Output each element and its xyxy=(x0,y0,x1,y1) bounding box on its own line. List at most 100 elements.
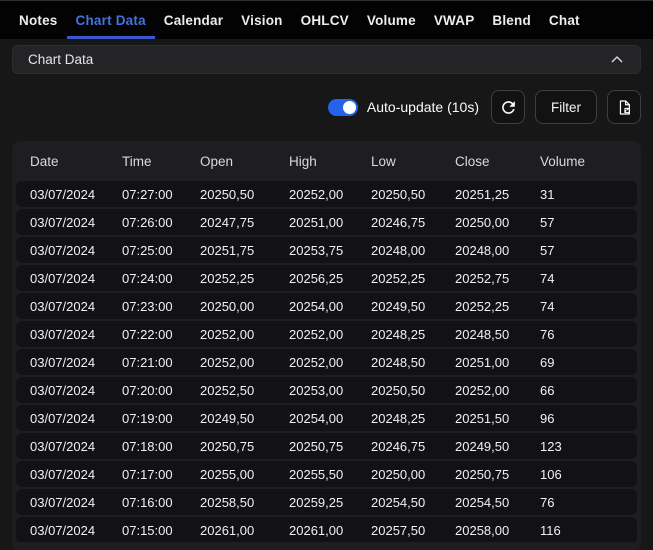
table-cell-close: 20258,00 xyxy=(455,522,510,538)
chevron-up-icon[interactable] xyxy=(609,52,625,68)
table-cell-low: 20246,75 xyxy=(371,214,426,230)
tab-calendar[interactable]: Calendar xyxy=(155,1,232,39)
table-cell-time: 07:16:00 xyxy=(122,494,173,510)
table-cell-low: 20252,25 xyxy=(371,270,426,286)
table-cell-high: 20253,75 xyxy=(289,242,344,258)
column-header-date: Date xyxy=(30,153,59,169)
table-cell-volume: 74 xyxy=(540,270,555,286)
table-row: 03/07/2024 07:20:00 20252,50 20253,00 20250,… xyxy=(16,377,637,403)
table-row: 03/07/2024 07:15:00 20261,00 20261,00 20257,… xyxy=(16,517,637,542)
table-cell-low: 20246,75 xyxy=(371,438,426,454)
table-cell-high: 20259,25 xyxy=(289,494,344,510)
export-button[interactable] xyxy=(607,90,641,124)
table-cell-volume: 76 xyxy=(540,326,555,342)
table-cell-time: 07:23:00 xyxy=(122,298,173,314)
table-cell-high: 20250,75 xyxy=(289,438,344,454)
refresh-icon xyxy=(499,98,518,117)
table-cell-time: 07:26:00 xyxy=(122,214,173,230)
tab-chat[interactable]: Chat xyxy=(540,1,589,39)
table-cell-low: 20250,50 xyxy=(371,382,426,398)
table-cell-date: 03/07/2024 xyxy=(30,186,96,202)
tab-vision[interactable]: Vision xyxy=(232,1,291,39)
table-cell-high: 20251,00 xyxy=(289,214,344,230)
table-cell-date: 03/07/2024 xyxy=(30,522,96,538)
table-cell-open: 20258,50 xyxy=(200,494,255,510)
table-cell-high: 20261,00 xyxy=(289,522,344,538)
table-cell-close: 20250,00 xyxy=(455,214,510,230)
column-header-time: Time xyxy=(122,153,152,169)
tab-blend[interactable]: Blend xyxy=(483,1,540,39)
table-cell-time: 07:25:00 xyxy=(122,242,173,258)
table-cell-date: 03/07/2024 xyxy=(30,298,96,314)
chart-data-table: Date Time Open High Low Close Volume 03/07/202… xyxy=(12,141,641,550)
column-header-volume: Volume xyxy=(540,153,586,169)
table-cell-low: 20257,50 xyxy=(371,522,426,538)
tab-volume[interactable]: Volume xyxy=(358,1,425,39)
table-cell-close: 20254,50 xyxy=(455,494,510,510)
tab-chart-data[interactable]: Chart Data xyxy=(66,1,155,39)
table-cell-time: 07:27:00 xyxy=(122,186,173,202)
table-cell-volume: 57 xyxy=(540,242,555,258)
refresh-button[interactable] xyxy=(491,90,525,124)
table-cell-volume: 123 xyxy=(540,438,562,454)
table-cell-open: 20252,25 xyxy=(200,270,255,286)
table-row: 03/07/2024 07:23:00 20250,00 20254,00 20249,… xyxy=(16,293,637,319)
table-cell-open: 20249,50 xyxy=(200,410,255,426)
table-header-row: Date Time Open High Low Close Volume xyxy=(16,141,637,181)
table-cell-low: 20250,00 xyxy=(371,466,426,482)
table-cell-time: 07:15:00 xyxy=(122,522,173,538)
column-header-open: Open xyxy=(200,153,234,169)
table-cell-date: 03/07/2024 xyxy=(30,242,96,258)
table-row: 03/07/2024 07:25:00 20251,75 20253,75 20248,… xyxy=(16,237,637,263)
table-cell-time: 07:22:00 xyxy=(122,326,173,342)
top-nav: Notes Chart Data Calendar Vision OHLCV Volume… xyxy=(0,0,653,39)
table-cell-close: 20251,00 xyxy=(455,354,510,370)
table-cell-date: 03/07/2024 xyxy=(30,354,96,370)
table-cell-volume: 74 xyxy=(540,298,555,314)
table-cell-high: 20253,00 xyxy=(289,382,344,398)
table-row: 03/07/2024 07:22:00 20252,00 20252,00 20248,… xyxy=(16,321,637,347)
table-cell-low: 20248,25 xyxy=(371,410,426,426)
auto-update-label: Auto-update (10s) xyxy=(366,99,479,115)
table-row: 03/07/2024 07:21:00 20252,00 20252,00 20248,… xyxy=(16,349,637,375)
table-cell-close: 20252,75 xyxy=(455,270,510,286)
table-cell-volume: 66 xyxy=(540,382,555,398)
table-cell-close: 20252,00 xyxy=(455,382,510,398)
table-cell-date: 03/07/2024 xyxy=(30,494,96,510)
column-header-low: Low xyxy=(371,153,396,169)
table-cell-volume: 76 xyxy=(540,494,555,510)
filter-button[interactable]: Filter xyxy=(535,90,597,124)
table-cell-date: 03/07/2024 xyxy=(30,438,96,454)
table-cell-time: 07:21:00 xyxy=(122,354,173,370)
table-cell-time: 07:18:00 xyxy=(122,438,173,454)
table-cell-time: 07:17:00 xyxy=(122,466,173,482)
table-cell-open: 20250,50 xyxy=(200,186,255,202)
table-cell-open: 20252,50 xyxy=(200,382,255,398)
table-cell-low: 20248,50 xyxy=(371,354,426,370)
table-cell-time: 07:19:00 xyxy=(122,410,173,426)
table-cell-volume: 57 xyxy=(540,214,555,230)
table-cell-date: 03/07/2024 xyxy=(30,382,96,398)
table-cell-high: 20252,00 xyxy=(289,354,344,370)
table-cell-open: 20247,75 xyxy=(200,214,255,230)
table-cell-low: 20248,00 xyxy=(371,242,426,258)
tab-notes[interactable]: Notes xyxy=(10,1,67,39)
table-cell-open: 20261,00 xyxy=(200,522,255,538)
table-cell-open: 20251,75 xyxy=(200,242,255,258)
table-cell-low: 20254,50 xyxy=(371,494,426,510)
chart-data-section-header[interactable]: Chart Data xyxy=(12,45,641,74)
tab-vwap[interactable]: VWAP xyxy=(425,1,484,39)
toggle-knob xyxy=(342,100,356,114)
table-cell-date: 03/07/2024 xyxy=(30,326,96,342)
auto-update-toggle[interactable] xyxy=(327,98,358,116)
table-cell-date: 03/07/2024 xyxy=(30,214,96,230)
table-cell-open: 20252,00 xyxy=(200,326,255,342)
table-cell-volume: 69 xyxy=(540,354,555,370)
tab-ohlcv[interactable]: OHLCV xyxy=(292,1,358,39)
table-cell-volume: 106 xyxy=(540,466,562,482)
table-cell-low: 20249,50 xyxy=(371,298,426,314)
table-cell-open: 20250,75 xyxy=(200,438,255,454)
table-cell-low: 20248,25 xyxy=(371,326,426,342)
table-row: 03/07/2024 07:18:00 20250,75 20250,75 20246,… xyxy=(16,433,637,459)
table-row: 03/07/2024 07:27:00 20250,50 20252,00 20250,… xyxy=(16,181,637,207)
